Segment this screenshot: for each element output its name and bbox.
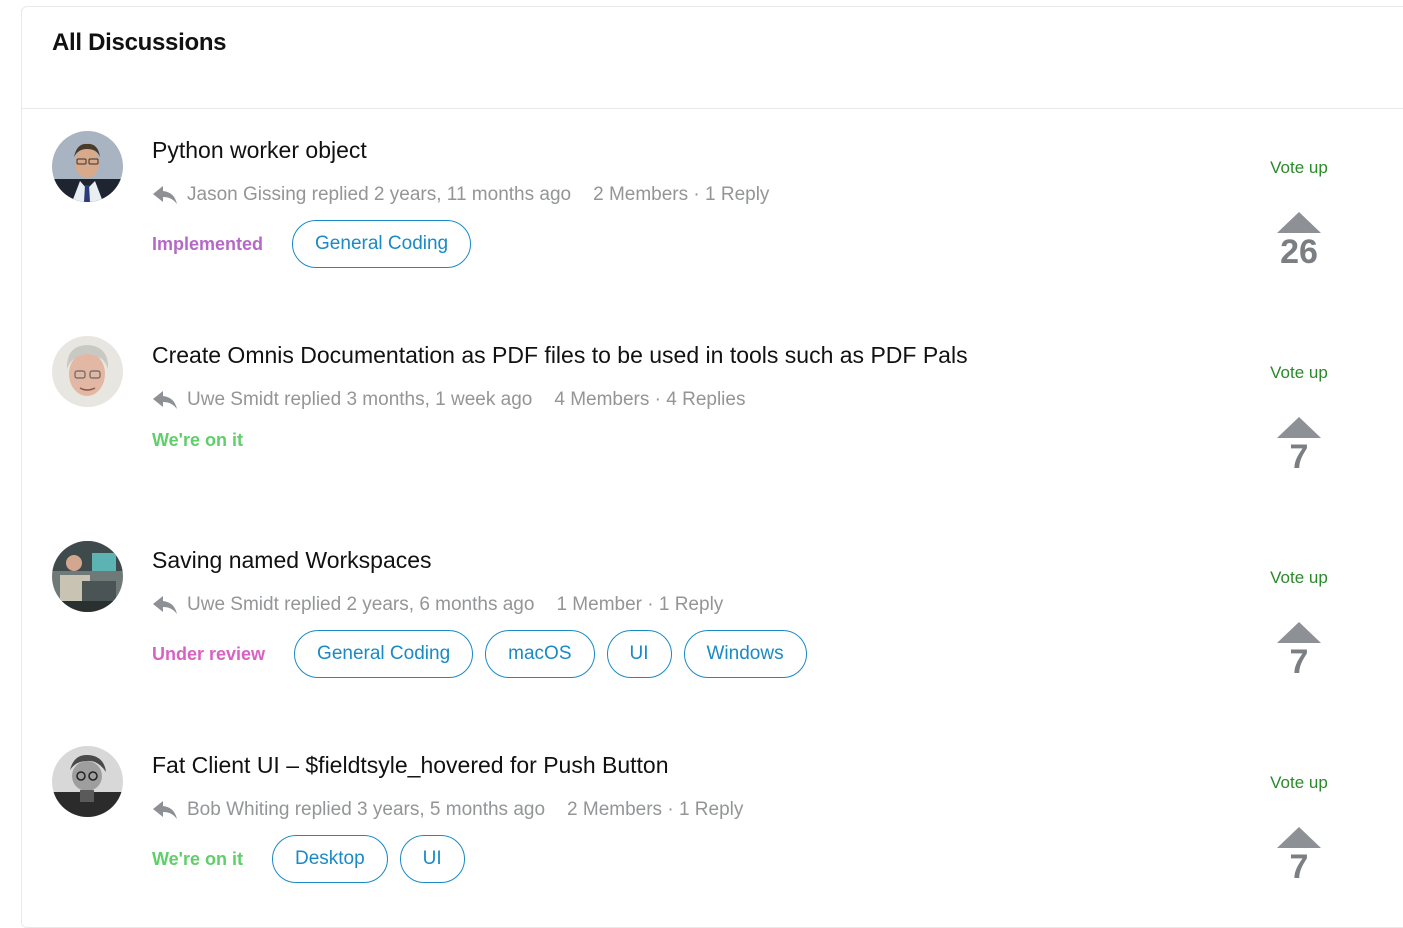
panel-header: All Discussions — [22, 7, 1403, 109]
member-reply-counts: 2 Members · 1 Reply — [567, 799, 744, 820]
tag-row: Implemented General Coding — [152, 220, 483, 268]
vote-up-label[interactable]: Vote up — [1256, 773, 1342, 793]
discussions-panel: All Discussions Python worker object Jas… — [21, 6, 1403, 928]
vote-up-label[interactable]: Vote up — [1256, 363, 1342, 383]
vote-widget: Vote up 7 — [1256, 773, 1342, 884]
vote-widget: Vote up 7 — [1256, 568, 1342, 679]
tag-desktop[interactable]: Desktop — [271, 835, 388, 883]
discussion-item: Python worker object Jason Gissing repli… — [22, 108, 1403, 313]
tag-windows[interactable]: Windows — [683, 630, 807, 678]
tag-general-coding[interactable]: General Coding — [294, 630, 474, 678]
vote-count: 7 — [1289, 643, 1309, 681]
discussion-meta: Jason Gissing replied 2 years, 11 months… — [152, 184, 769, 206]
tag-ui[interactable]: UI — [606, 630, 672, 678]
vote-count: 7 — [1289, 848, 1309, 886]
upvote-arrow-icon[interactable] — [1277, 622, 1321, 643]
tag-ui[interactable]: UI — [399, 835, 465, 883]
discussion-title[interactable]: Create Omnis Documentation as PDF files … — [152, 342, 968, 369]
discussion-title[interactable]: Python worker object — [152, 137, 367, 164]
status-badge: We're on it — [152, 848, 243, 869]
tag-row: We're on it Desktop UI — [152, 835, 477, 883]
discussion-meta: Uwe Smidt replied 2 years, 6 months ago … — [152, 594, 723, 616]
avatar-photo-icon — [52, 746, 123, 817]
tag-macos[interactable]: macOS — [485, 630, 595, 678]
vote-widget: Vote up 26 — [1256, 158, 1342, 269]
page-title: All Discussions — [52, 29, 227, 56]
member-reply-counts: 2 Members · 1 Reply — [593, 184, 770, 205]
author-line[interactable]: Uwe Smidt replied 3 months, 1 week ago — [187, 389, 532, 411]
discussion-meta: Uwe Smidt replied 3 months, 1 week ago 4… — [152, 389, 745, 411]
discussion-item: Fat Client UI – $fieldtsyle_hovered for … — [22, 723, 1403, 928]
discussion-item: Create Omnis Documentation as PDF files … — [22, 313, 1403, 518]
vote-up-label[interactable]: Vote up — [1256, 568, 1342, 588]
tag-row: Under review General Coding macOS UI Win… — [152, 630, 819, 678]
reply-icon — [153, 801, 177, 819]
upvote-arrow-icon[interactable] — [1277, 827, 1321, 848]
author-line[interactable]: Uwe Smidt replied 2 years, 6 months ago — [187, 594, 534, 616]
avatar[interactable] — [52, 541, 123, 612]
discussion-meta: Bob Whiting replied 3 years, 5 months ag… — [152, 799, 743, 821]
discussion-item: Saving named Workspaces Uwe Smidt replie… — [22, 518, 1403, 723]
upvote-arrow-icon[interactable] — [1277, 417, 1321, 438]
reply-icon — [153, 186, 177, 204]
reply-icon — [153, 391, 177, 409]
vote-widget: Vote up 7 — [1256, 363, 1342, 474]
avatar-photo-icon — [52, 541, 123, 612]
author-line[interactable]: Jason Gissing replied 2 years, 11 months… — [187, 184, 571, 206]
member-reply-counts: 1 Member · 1 Reply — [556, 594, 724, 615]
tag-row: We're on it — [152, 427, 272, 453]
avatar[interactable] — [52, 131, 123, 202]
author-line[interactable]: Bob Whiting replied 3 years, 5 months ag… — [187, 799, 545, 821]
vote-count: 7 — [1289, 438, 1309, 476]
vote-count: 26 — [1280, 233, 1318, 271]
status-badge: Implemented — [152, 233, 264, 254]
tag-general-coding[interactable]: General Coding — [292, 220, 472, 268]
avatar[interactable] — [52, 336, 123, 407]
vote-up-label[interactable]: Vote up — [1256, 158, 1342, 178]
reply-icon — [153, 596, 177, 614]
avatar-photo-icon — [52, 336, 123, 407]
upvote-arrow-icon[interactable] — [1277, 212, 1321, 233]
discussion-title[interactable]: Fat Client UI – $fieldtsyle_hovered for … — [152, 752, 669, 779]
avatar[interactable] — [52, 746, 123, 817]
discussion-title[interactable]: Saving named Workspaces — [152, 547, 432, 574]
status-badge: Under review — [152, 643, 266, 664]
status-badge: We're on it — [152, 430, 243, 450]
avatar-photo-icon — [52, 131, 123, 202]
member-reply-counts: 4 Members · 4 Replies — [554, 389, 746, 410]
